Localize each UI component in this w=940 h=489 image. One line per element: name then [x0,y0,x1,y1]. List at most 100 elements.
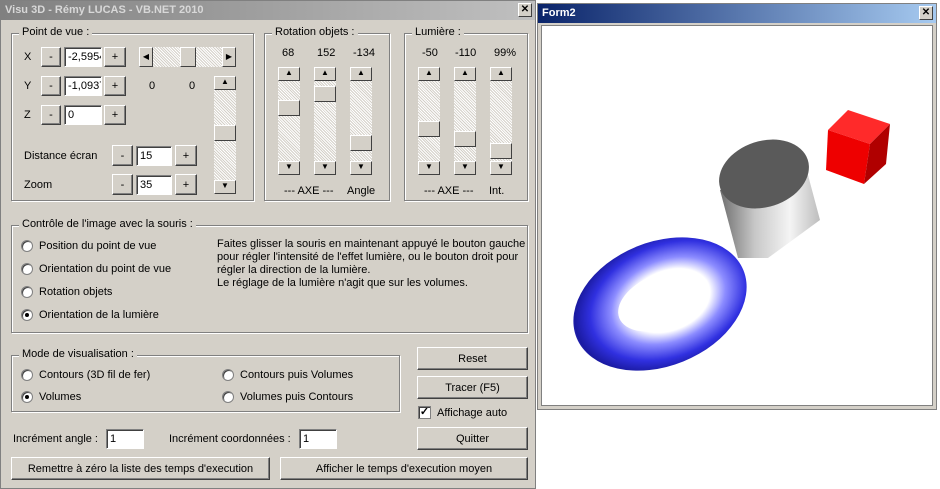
scene-svg [573,110,890,371]
lumiere-value-1: -50 [422,47,438,59]
increment-angle-field[interactable]: 1 [106,429,144,449]
main-titlebar[interactable]: Visu 3D - Rémy LUCAS - VB.NET 2010 ✕ [1,1,535,20]
scroll-up-icon[interactable]: ▲ [314,67,336,81]
render-canvas[interactable] [541,25,933,406]
reset-times-button[interactable]: Remettre à zéro la liste des temps d'exe… [11,457,270,480]
radio-mode-3[interactable] [222,391,234,403]
z-label: Z [24,109,31,121]
scroll-down-icon[interactable]: ▼ [418,161,440,175]
mode-option-1[interactable]: Volumes [39,391,81,403]
increment-coord-field[interactable]: 1 [299,429,337,449]
distance-label: Distance écran [24,150,98,162]
rotation-axe-label: --- AXE --- [284,185,334,197]
z-field[interactable]: 0 [64,105,102,125]
help-line: pour régler l'intensité de l'effet lumiè… [217,251,519,263]
quitter-button[interactable]: Quitter [417,427,528,450]
rotation-slider-3[interactable] [350,67,372,175]
y-plus-button[interactable]: + [104,76,126,96]
zoom-plus-button[interactable]: + [175,174,197,195]
help-line: Faites glisser la souris en maintenant a… [217,238,526,250]
scroll-down-icon[interactable]: ▼ [214,180,236,194]
affichage-auto-checkbox[interactable]: ✓ [418,406,431,419]
lumiere-thumb-3[interactable] [490,143,512,159]
zoom-label: Zoom [24,179,53,191]
view-vertical-thumb[interactable] [214,125,236,141]
lumiere-int-label: Int. [489,185,505,197]
mode-option-3[interactable]: Volumes puis Contours [240,391,353,403]
lumiere-slider-2[interactable] [454,67,476,175]
y-minus-button[interactable]: - [41,76,61,96]
scroll-up-icon[interactable]: ▲ [490,67,512,81]
help-line: Le réglage de la lumière n'agit que sur … [217,277,468,289]
controle-option-3[interactable]: Orientation de la lumière [39,309,159,321]
rotation-angle-label: Angle [347,185,376,197]
close-icon[interactable]: ✕ [518,3,532,17]
scroll-down-icon[interactable]: ▼ [314,161,336,175]
distance-plus-button[interactable]: + [175,145,197,166]
scroll-down-icon[interactable]: ▼ [490,161,512,175]
zoom-field[interactable]: 35 [136,175,172,195]
rotation-slider-1[interactable] [278,67,300,175]
tracer-button[interactable]: Tracer (F5) [417,376,528,399]
affichage-auto-label[interactable]: Affichage auto [437,407,507,419]
close-icon[interactable]: ✕ [919,6,933,20]
mode-group: Mode de visualisation : [11,348,400,412]
reset-button[interactable]: Reset [417,347,528,370]
lumiere-axe-label: --- AXE --- [424,185,474,197]
readout-b: 0 [189,80,196,92]
lumiere-thumb-2[interactable] [454,131,476,147]
cube-shape [826,110,890,184]
radio-mode-0[interactable] [21,369,33,381]
rotation-thumb-2[interactable] [314,86,336,102]
z-plus-button[interactable]: + [104,105,126,125]
scroll-up-icon[interactable]: ▲ [278,67,300,81]
radio-controle-1[interactable] [21,263,33,275]
controle-option-2[interactable]: Rotation objets [39,286,112,298]
show-average-button[interactable]: Afficher le temps d'execution moyen [280,457,528,480]
rotation-thumb-1[interactable] [278,100,300,116]
scroll-down-icon[interactable]: ▼ [278,161,300,175]
distance-field[interactable]: 15 [136,146,172,166]
scroll-down-icon[interactable]: ▼ [454,161,476,175]
z-minus-button[interactable]: - [41,105,61,125]
mode-title: Mode de visualisation : [19,348,137,360]
radio-controle-2[interactable] [21,286,33,298]
x-label: X [24,51,32,63]
controle-title: Contrôle de l'image avec la souris : [19,218,196,230]
zoom-minus-button[interactable]: - [112,174,133,195]
rotation-title: Rotation objets : [272,26,358,38]
form2-titlebar[interactable]: Form2 ✕ [538,4,936,23]
distance-minus-button[interactable]: - [112,145,133,166]
scroll-up-icon[interactable]: ▲ [418,67,440,81]
controle-option-1[interactable]: Orientation du point de vue [39,263,171,275]
form2-title: Form2 [542,7,576,19]
x-plus-button[interactable]: + [104,47,126,67]
lumiere-thumb-1[interactable] [418,121,440,137]
x-minus-button[interactable]: - [41,47,61,67]
radio-mode-1[interactable] [21,391,33,403]
x-field[interactable]: -2,5954 [64,47,102,67]
scroll-up-icon[interactable]: ▲ [454,67,476,81]
lumiere-value-2: -110 [455,47,477,59]
scroll-up-icon[interactable]: ▲ [214,76,236,90]
radio-controle-0[interactable] [21,240,33,252]
rotation-value-1: 68 [282,47,295,59]
mode-option-0[interactable]: Contours (3D fil de fer) [39,369,150,381]
y-field[interactable]: -1,0937 [64,76,102,96]
rotation-slider-2[interactable] [314,67,336,175]
readout-a: 0 [149,80,156,92]
mode-option-2[interactable]: Contours puis Volumes [240,369,353,381]
rotation-value-3: -134 [353,47,376,59]
scroll-down-icon[interactable]: ▼ [350,161,372,175]
scroll-left-icon[interactable]: ◀ [139,47,153,67]
increment-coord-label: Incrément coordonnées : [169,433,291,445]
rotation-thumb-3[interactable] [350,135,372,151]
main-window: Visu 3D - Rémy LUCAS - VB.NET 2010 ✕ Poi… [0,0,536,489]
radio-mode-2[interactable] [222,369,234,381]
scroll-up-icon[interactable]: ▲ [350,67,372,81]
view-horizontal-thumb[interactable] [180,47,196,67]
increment-angle-label: Incrément angle : [13,433,98,445]
radio-controle-3[interactable] [21,309,33,321]
controle-option-0[interactable]: Position du point de vue [39,240,156,252]
scroll-right-icon[interactable]: ▶ [222,47,236,67]
